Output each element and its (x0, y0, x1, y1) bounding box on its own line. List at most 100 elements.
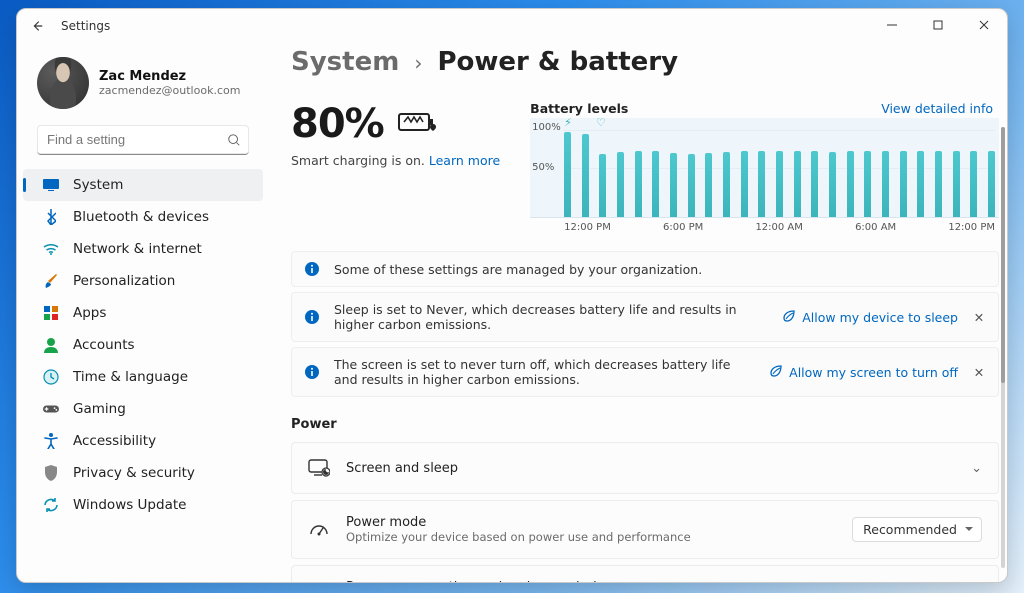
search-box[interactable] (37, 125, 249, 155)
nav-label: Accounts (73, 337, 135, 353)
nav-item-account[interactable]: Accounts (23, 329, 263, 361)
info-icon (304, 364, 320, 380)
chart-bar (794, 151, 801, 217)
sidebar: Zac Mendez zacmendez@outlook.com System B… (17, 41, 273, 582)
nav-item-system[interactable]: System (23, 169, 263, 201)
screen-and-sleep-card[interactable]: Screen and sleep ⌄ (291, 442, 999, 494)
chart-bar (900, 151, 907, 217)
xtick: 6:00 AM (855, 222, 896, 233)
view-detailed-info-link[interactable]: View detailed info (881, 101, 993, 116)
nav-label: Apps (73, 305, 106, 321)
search-icon (227, 132, 241, 151)
chart-bar (935, 151, 942, 217)
chart-title: Battery levels (530, 101, 628, 116)
breadcrumb-root[interactable]: System (291, 47, 399, 77)
smart-charging-status: Smart charging is on. Learn more (291, 153, 500, 168)
user-card[interactable]: Zac Mendez zacmendez@outlook.com (17, 49, 269, 125)
nav-item-time[interactable]: Time & language (23, 361, 263, 393)
accessibility-icon (43, 433, 59, 449)
settings-window: Settings Zac Mendez zacmendez@outlook.co… (16, 8, 1008, 583)
chart-bar (988, 151, 995, 217)
chevron-down-icon: ⌄ (971, 461, 982, 476)
chart-bar (705, 153, 712, 217)
nav-label: Bluetooth & devices (73, 209, 209, 225)
chart-bar (688, 154, 695, 218)
close-button[interactable] (961, 9, 1007, 41)
nav-item-apps[interactable]: Apps (23, 297, 263, 329)
bluetooth-icon (43, 209, 59, 225)
main-content: System › Power & battery 80% Smart charg… (273, 41, 1007, 582)
user-email: zacmendez@outlook.com (99, 84, 240, 97)
account-icon (43, 337, 59, 353)
battery-summary: 80% Smart charging is on. Learn more (291, 101, 500, 233)
ytick-50: 50% (532, 162, 554, 173)
xtick: 12:00 PM (564, 222, 611, 233)
nav-item-privacy[interactable]: Privacy & security (23, 457, 263, 489)
card-title: Power mode (346, 515, 836, 530)
card-title: Power consumption and carbon emissions (346, 580, 952, 582)
nav-label: System (73, 177, 123, 193)
chart-bar (635, 151, 642, 217)
nav-item-bluetooth[interactable]: Bluetooth & devices (23, 201, 263, 233)
chart-markers: ⚡♡ (564, 116, 606, 129)
power-mode-icon (308, 519, 330, 541)
notice-banner: Some of these settings are managed by yo… (291, 251, 999, 287)
brush-icon (43, 273, 59, 289)
notice-banner: The screen is set to never turn off, whi… (291, 347, 999, 397)
nav-label: Accessibility (73, 433, 156, 449)
info-icon (304, 261, 320, 277)
learn-more-link[interactable]: Learn more (429, 153, 500, 168)
notice-text: Sleep is set to Never, which decreases b… (334, 302, 768, 332)
chart-area[interactable]: 100% 50% ⚡♡ (530, 118, 999, 218)
chart-bar (599, 154, 606, 217)
chart-bar (970, 151, 977, 217)
privacy-icon (43, 465, 59, 481)
notice-banner: Sleep is set to Never, which decreases b… (291, 292, 999, 342)
chart-bars (564, 130, 995, 217)
search-input[interactable] (37, 125, 249, 155)
scrollbar[interactable] (1001, 127, 1005, 568)
gaming-icon (43, 401, 59, 417)
chart-bar (670, 153, 677, 217)
battery-chart: Battery levels View detailed info 100% 5… (530, 101, 999, 233)
nav-label: Windows Update (73, 497, 186, 513)
dismiss-button[interactable]: ✕ (972, 365, 986, 380)
avatar (37, 57, 89, 109)
update-icon (43, 497, 59, 513)
nav-item-brush[interactable]: Personalization (23, 265, 263, 297)
nav-item-update[interactable]: Windows Update (23, 489, 263, 521)
dismiss-button[interactable]: ✕ (972, 310, 986, 325)
chart-bar (582, 134, 589, 217)
chart-bar (652, 151, 659, 217)
back-button[interactable] (29, 18, 45, 34)
chart-bar (741, 151, 748, 217)
chart-bar (917, 151, 924, 217)
chevron-right-icon: › (414, 51, 422, 75)
maximize-button[interactable] (915, 9, 961, 41)
power-mode-card[interactable]: Power mode Optimize your device based on… (291, 500, 999, 559)
chart-bar (882, 151, 889, 217)
notice-action-link[interactable]: Allow my device to sleep (782, 309, 958, 326)
page-title: System › Power & battery (291, 47, 999, 77)
battery-percent: 80% (291, 101, 384, 147)
card-title: Screen and sleep (346, 461, 955, 476)
power-mode-dropdown[interactable]: Recommended (852, 517, 982, 542)
ytick-100: 100% (532, 122, 561, 133)
chart-bar (864, 151, 871, 217)
back-arrow-icon (30, 19, 44, 33)
time-icon (43, 369, 59, 385)
notice-action-link[interactable]: Allow my screen to turn off (769, 364, 958, 381)
nav-item-wifi[interactable]: Network & internet (23, 233, 263, 265)
system-icon (43, 177, 59, 193)
nav-item-gaming[interactable]: Gaming (23, 393, 263, 425)
nav-item-accessibility[interactable]: Accessibility (23, 425, 263, 457)
breadcrumb-leaf: Power & battery (437, 47, 678, 77)
carbon-card[interactable]: Power consumption and carbon emissions L… (291, 565, 999, 582)
chart-bar (829, 152, 836, 217)
section-title-power: Power (291, 417, 999, 432)
notices: Some of these settings are managed by yo… (291, 251, 999, 397)
xtick: 6:00 PM (663, 222, 703, 233)
minimize-button[interactable] (869, 9, 915, 41)
bolt-icon: ⚡ (564, 116, 572, 129)
chart-bar (953, 151, 960, 217)
